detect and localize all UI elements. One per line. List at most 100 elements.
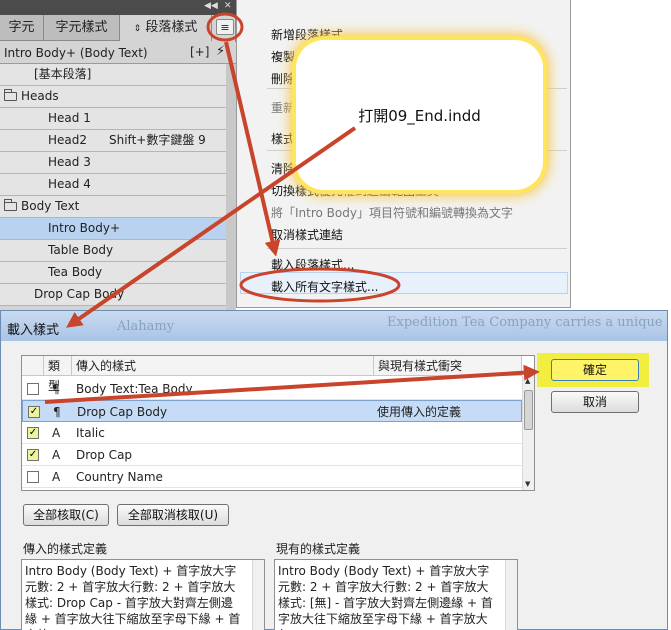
dialog-title-bar: 載入樣式 Alahamy Expedition Tea Company carr… (1, 311, 667, 341)
style-row[interactable]: Heads (0, 86, 226, 108)
collapse-icon[interactable]: ◀◀ (204, 1, 218, 11)
tab-paragraph-styles[interactable]: ⇕ 段落樣式 (120, 15, 212, 41)
scroll-up-icon[interactable]: ▲ (525, 377, 530, 385)
existing-definition-text: Intro Body (Body Text) + 首字放大字元數: 2 + 首字… (278, 564, 493, 630)
row-type-icon: A (52, 448, 61, 462)
menu-item[interactable]: 樣式 (271, 130, 295, 147)
panel-subheader: Intro Body+ (Body Text) [+] ⚡ (0, 42, 236, 64)
menu-item[interactable]: 將「Intro Body」項目符號和編號轉換為文字 (271, 204, 513, 221)
panel-scrollbar[interactable] (226, 64, 236, 310)
row-checkbox[interactable]: ✓ (27, 427, 39, 439)
header-check-column (22, 356, 44, 376)
current-style-label: Intro Body+ (Body Text) (4, 46, 148, 60)
style-row[interactable]: Head 1 (0, 108, 226, 130)
header-conflict[interactable]: 與現有樣式衝突 (374, 356, 522, 376)
tab-handle-icon: ⇕ (133, 24, 142, 34)
style-row[interactable]: Head 3 (0, 152, 226, 174)
menu-item[interactable]: 重新 (271, 99, 295, 116)
row-type-icon: A (52, 426, 61, 440)
menu-item[interactable]: 載入所有文字樣式... (271, 278, 378, 295)
row-style-name: Body Text:Tea Body (76, 382, 193, 396)
style-label: Head 4 (48, 177, 91, 191)
bolt-icon[interactable]: ⚡ (216, 44, 225, 59)
incoming-styles-list: 類型 傳入的樣式 與現有樣式衝突 ¶ Body Text:Tea Body ✓ ¶ Dr… (21, 355, 535, 491)
style-row[interactable]: Head 4 (0, 174, 226, 196)
check-all-button[interactable]: 全部核取(C) (23, 504, 109, 526)
header-incoming-style[interactable]: 傳入的樣式 (72, 356, 374, 376)
incoming-definition-box[interactable]: Intro Body (Body Text) + 首字放大字元數: 2 + 首字… (21, 559, 265, 630)
scroll-down-icon[interactable]: ▼ (525, 480, 530, 488)
style-row[interactable]: Drop Cap Body (0, 284, 226, 306)
callout-text: 打開09_End.indd (358, 107, 481, 125)
style-shortcut: Shift+數字鍵盤 9 (109, 133, 206, 147)
row-style-name: Country Name (76, 470, 163, 484)
new-style-from-selection-icon[interactable]: [+] (190, 45, 209, 59)
cancel-button[interactable]: 取消 (551, 391, 639, 413)
row-style-name: Drop Cap Body (77, 405, 168, 419)
menu-separator (267, 248, 567, 249)
style-label: Head2 (48, 133, 88, 147)
definition-scrollbar[interactable] (505, 560, 517, 630)
dialog-title: 載入樣式 (7, 323, 60, 338)
hamburger-icon: ≡ (220, 20, 230, 34)
scroll-thumb[interactable] (524, 390, 533, 430)
background-document-text: Alahamy (117, 319, 175, 334)
tab-character[interactable]: 字元 (0, 15, 44, 41)
style-list-row[interactable]: ✓ ¶ Drop Cap Body 使用傳入的定義 (22, 400, 522, 422)
style-label: Intro Body+ (48, 221, 121, 235)
style-label: Heads (21, 89, 59, 103)
menu-item[interactable]: 複製 (271, 48, 295, 65)
incoming-definition-text: Intro Body (Body Text) + 首字放大字元數: 2 + 首字… (25, 564, 241, 630)
folder-icon[interactable] (4, 89, 17, 101)
style-label: Table Body (48, 243, 114, 257)
panel-menu-button[interactable]: ≡ (216, 19, 234, 35)
row-style-name: Drop Cap (76, 448, 133, 462)
style-row[interactable]: Tea Body (0, 262, 226, 284)
style-row[interactable]: Table Body (0, 240, 226, 262)
header-type[interactable]: 類型 (44, 356, 72, 393)
definition-scrollbar[interactable] (252, 560, 264, 630)
style-label: Body Text (21, 199, 80, 213)
style-row[interactable]: [基本段落] (0, 64, 226, 86)
panel-title-bar: ◀◀ ✕ (0, 0, 236, 15)
row-checkbox[interactable] (27, 383, 39, 395)
style-list-row[interactable]: ✓ A Drop Cap (22, 444, 522, 466)
list-scrollbar[interactable]: ▲ ▼ (522, 376, 534, 490)
tab-character-styles[interactable]: 字元樣式 (44, 15, 120, 41)
style-list-row[interactable]: A Country Name (22, 466, 522, 488)
style-list-row[interactable]: ✓ A Italic (22, 422, 522, 444)
uncheck-all-button[interactable]: 全部取消核取(U) (117, 504, 229, 526)
row-type-icon: ¶ (53, 405, 61, 419)
folder-icon[interactable] (4, 199, 17, 211)
style-label: Head 1 (48, 111, 91, 125)
menu-item[interactable]: 清除 (271, 160, 295, 177)
style-row[interactable]: Body Text (0, 196, 226, 218)
load-styles-dialog: 載入樣式 Alahamy Expedition Tea Company carr… (0, 310, 668, 630)
menu-item[interactable]: 取消樣式連結 (271, 226, 343, 243)
style-list-row[interactable]: ¶ Body Text:Tea Body (22, 378, 522, 400)
row-checkbox[interactable]: ✓ (27, 449, 39, 461)
row-checkbox[interactable]: ✓ (28, 406, 40, 418)
document-background (571, 0, 671, 308)
menu-item[interactable]: 刪除 (271, 70, 295, 87)
close-icon[interactable]: ✕ (224, 1, 232, 11)
ok-button[interactable]: 確定 (551, 359, 639, 381)
style-row[interactable]: Head2 Shift+數字鍵盤 9 (0, 130, 226, 152)
row-conflict: 使用傳入的定義 (377, 405, 462, 419)
row-type-icon: A (52, 470, 61, 484)
paragraph-styles-panel: ◀◀ ✕ 字元 字元樣式 ⇕ 段落樣式 ≡ Intro Body+ (Body … (0, 0, 236, 310)
style-label: [基本段落] (34, 67, 92, 81)
existing-definition-box[interactable]: Intro Body (Body Text) + 首字放大字元數: 2 + 首字… (274, 559, 518, 630)
row-checkbox[interactable] (27, 471, 39, 483)
row-type-icon: ¶ (52, 382, 60, 396)
menu-item[interactable]: 載入段落樣式... (271, 256, 354, 273)
style-label: Drop Cap Body (34, 287, 125, 301)
row-style-name: Italic (76, 426, 105, 440)
style-label: Tea Body (48, 265, 103, 279)
tab-paragraph-styles-label: 段落樣式 (145, 20, 198, 35)
existing-definition-label: 現有的樣式定義 (276, 542, 361, 556)
incoming-definition-label: 傳入的樣式定義 (23, 542, 108, 556)
background-document-text: Expedition Tea Company carries a unique (387, 315, 663, 330)
style-label: Head 3 (48, 155, 91, 169)
style-row[interactable]: Intro Body+ (0, 218, 226, 240)
